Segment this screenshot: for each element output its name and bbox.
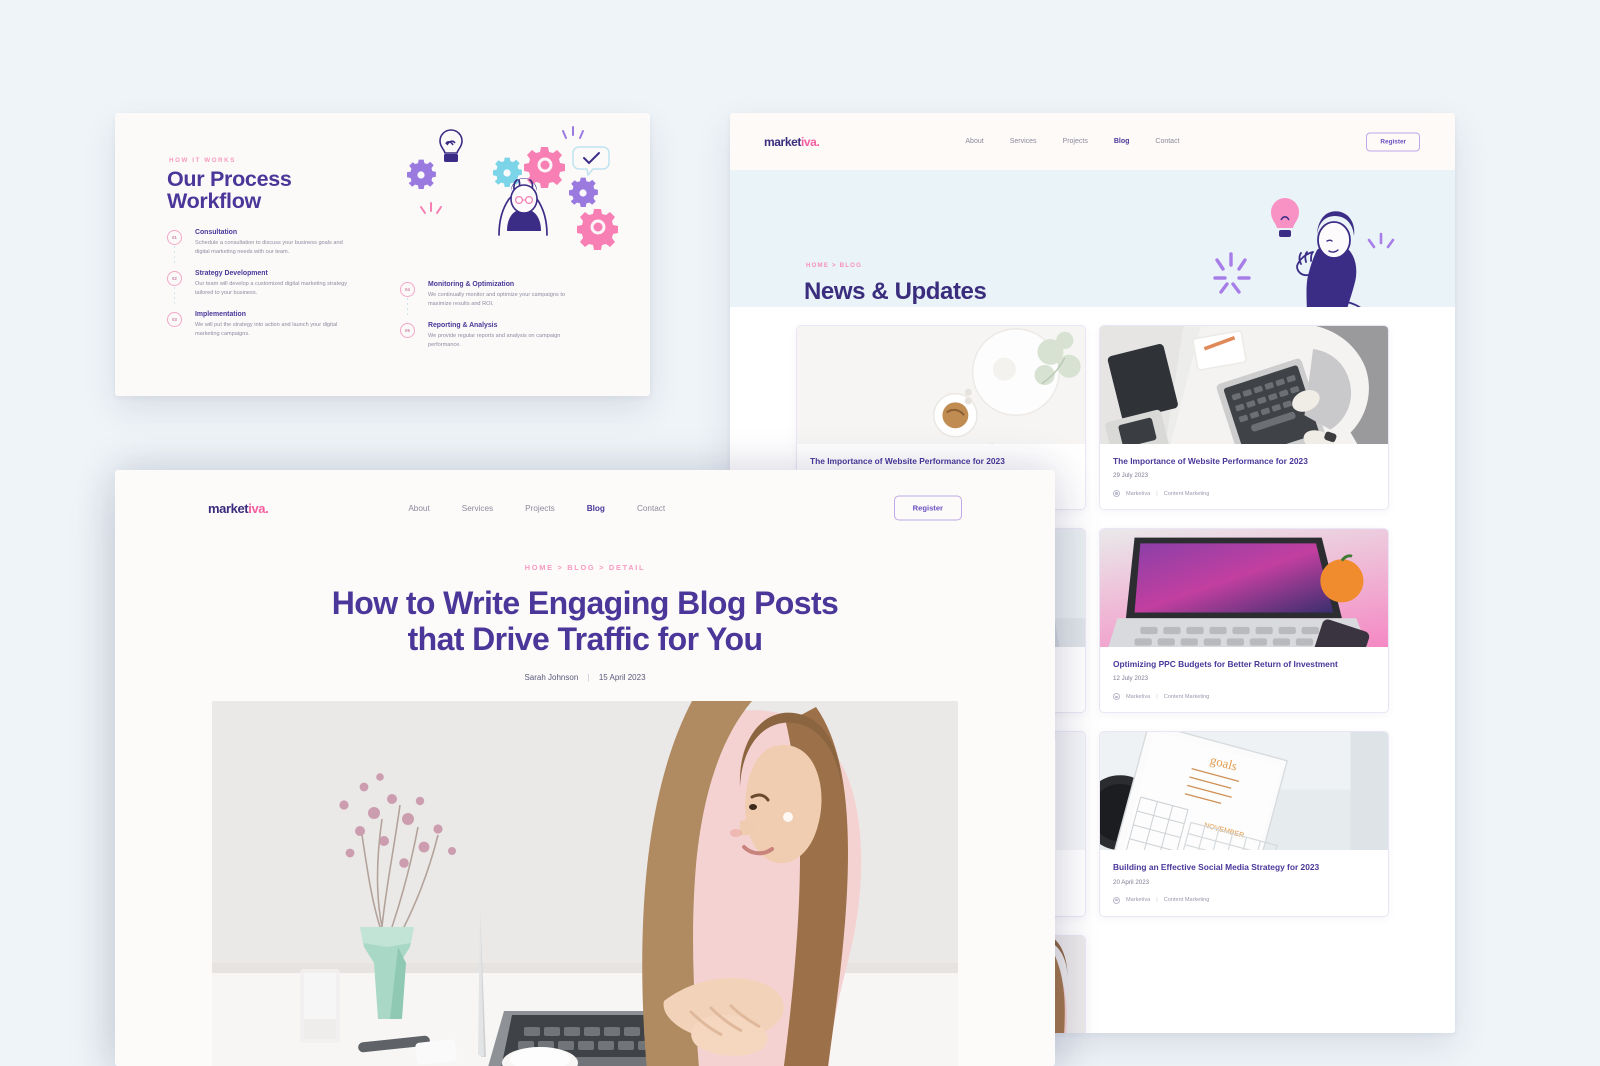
nav-item-services[interactable]: Services	[462, 504, 493, 513]
logo-part-1: market	[208, 500, 249, 516]
step-title: Strategy Development	[195, 270, 268, 278]
post-thumbnail	[797, 326, 1085, 444]
detail-nav-menu: About Services Projects Blog Contact	[408, 504, 665, 513]
post-thumbnail: goals NOVEMBER	[1100, 732, 1388, 851]
blog-nav-menu: About Services Projects Blog Contact	[965, 138, 1179, 145]
logo-part-2: iva.	[248, 500, 269, 516]
detail-navbar: marketiva. About Services Projects Blog …	[115, 470, 1055, 546]
step-title: Consultation	[195, 229, 238, 236]
logo-part-2: iva.	[800, 134, 820, 149]
blog-breadcrumb: HOME > BLOG	[806, 262, 863, 269]
detail-breadcrumb: HOME > BLOG > DETAIL	[524, 563, 646, 572]
nav-item-about[interactable]: About	[408, 504, 429, 513]
post-meta: Marketiva | Content Marketing	[1113, 693, 1375, 701]
screenshot-stage: HOW IT WORKS Our Process Workflow 01 Con…	[0, 0, 1600, 1066]
process-eyebrow: HOW IT WORKS	[169, 157, 236, 164]
post-title: The Importance of Website Performance fo…	[810, 456, 1005, 466]
nav-item-services[interactable]: Services	[1010, 138, 1037, 145]
step-desc: Our team will develop a customized digit…	[195, 281, 348, 297]
blog-page-title: News & Updates	[804, 278, 987, 305]
step-desc: We continually monitor and optimize your…	[428, 292, 566, 308]
logo[interactable]: marketiva.	[764, 134, 820, 149]
nav-item-about[interactable]: About	[965, 138, 983, 145]
byline-separator: |	[587, 672, 590, 682]
step-desc: We will put the strategy into action and…	[195, 322, 338, 338]
nav-item-blog[interactable]: Blog	[1114, 138, 1130, 145]
step-number-badge: 05	[400, 323, 415, 339]
process-title-line2: Workflow	[167, 189, 261, 214]
step-title: Reporting & Analysis	[428, 322, 498, 330]
detail-title-line2: that Drive Traffic for You	[407, 621, 763, 658]
post-title: Optimizing PPC Budgets for Better Return…	[1113, 659, 1338, 670]
process-step: 03 Implementation We will put the strate…	[167, 311, 352, 339]
blog-hero-illustration	[1209, 198, 1399, 307]
detail-byline: Sarah Johnson | 15 April 2023	[115, 673, 1055, 682]
post-body: Building an Effective Social Media Strat…	[1100, 850, 1388, 915]
post-date: 20 April 2023	[1113, 878, 1150, 886]
post-thumbnail	[1100, 529, 1388, 648]
logo-part-1: market	[764, 134, 801, 149]
process-step: 01 Consultation Schedule a consultation …	[167, 229, 352, 266]
post-category: Content Marketing	[1163, 490, 1210, 497]
process-step: 05 Reporting & Analysis We provide regul…	[400, 322, 585, 350]
author-icon	[1113, 693, 1120, 701]
blog-navbar: marketiva. About Services Projects Blog …	[730, 113, 1455, 170]
register-button[interactable]: Register	[893, 495, 962, 521]
post-date: 12 July 2023	[1113, 675, 1149, 683]
blog-hero: HOME > BLOG News & Updates	[730, 170, 1455, 307]
post-meta: Marketiva | Content Marketing	[1113, 896, 1375, 904]
process-illustration	[403, 123, 638, 283]
process-title-line1: Our Process	[167, 167, 292, 191]
post-title: The Importance of Website Performance fo…	[1113, 456, 1308, 466]
process-title: Our Process Workflow	[167, 168, 292, 212]
nav-item-projects[interactable]: Projects	[1063, 138, 1088, 145]
nav-item-contact[interactable]: Contact	[1155, 138, 1179, 145]
step-title: Implementation	[195, 311, 246, 319]
detail-author: Sarah Johnson	[524, 672, 579, 682]
meta-separator: |	[1156, 693, 1158, 700]
step-number-badge: 03	[167, 312, 182, 328]
post-category: Content Marketing	[1163, 693, 1210, 700]
post-body: The Importance of Website Performance fo…	[1100, 444, 1388, 509]
step-number-badge: 01	[167, 230, 182, 245]
step-desc: We provide regular reports and analysis …	[428, 333, 561, 349]
register-button[interactable]: Register	[1366, 132, 1420, 151]
step-desc: Schedule a consultation to discuss your …	[195, 240, 343, 256]
post-date: 29 July 2023	[1113, 472, 1149, 480]
meta-separator: |	[1156, 897, 1158, 904]
post-thumbnail	[1100, 326, 1388, 444]
meta-separator: |	[1156, 490, 1158, 497]
blog-post-card[interactable]: Optimizing PPC Budgets for Better Return…	[1099, 528, 1389, 714]
post-author: Marketiva	[1126, 897, 1151, 904]
process-steps-left: 01 Consultation Schedule a consultation …	[167, 229, 352, 339]
nav-item-contact[interactable]: Contact	[637, 504, 665, 513]
post-category: Content Marketing	[1163, 897, 1210, 904]
post-author: Marketiva	[1126, 693, 1151, 700]
post-author: Marketiva	[1126, 490, 1151, 497]
post-title: Building an Effective Social Media Strat…	[1113, 862, 1320, 873]
step-number-badge: 04	[400, 282, 415, 297]
author-icon	[1113, 896, 1120, 904]
process-step: 04 Monitoring & Optimization We continua…	[400, 281, 585, 318]
detail-page-title: How to Write Engaging Blog Posts that Dr…	[115, 585, 1055, 658]
nav-item-projects[interactable]: Projects	[525, 504, 555, 513]
process-steps-right: 04 Monitoring & Optimization We continua…	[400, 281, 585, 350]
step-number-badge: 02	[167, 271, 182, 287]
detail-title-line1: How to Write Engaging Blog Posts	[331, 585, 839, 621]
author-icon	[1113, 490, 1120, 498]
detail-date: 15 April 2023	[598, 672, 646, 682]
blog-post-card[interactable]: The Importance of Website Performance fo…	[1099, 325, 1389, 511]
nav-item-blog[interactable]: Blog	[587, 504, 605, 513]
blog-detail-card: marketiva. About Services Projects Blog …	[115, 470, 1055, 1066]
detail-hero-image	[212, 700, 958, 1066]
process-workflow-card: HOW IT WORKS Our Process Workflow 01 Con…	[115, 113, 650, 396]
logo[interactable]: marketiva.	[208, 500, 269, 516]
blog-post-card[interactable]: goals NOVEMBER Building an Effective Soc…	[1099, 731, 1389, 917]
post-meta: Marketiva | Content Marketing	[1113, 490, 1375, 498]
post-body: Optimizing PPC Budgets for Better Return…	[1100, 647, 1388, 712]
process-step: 02 Strategy Development Our team will de…	[167, 270, 352, 307]
